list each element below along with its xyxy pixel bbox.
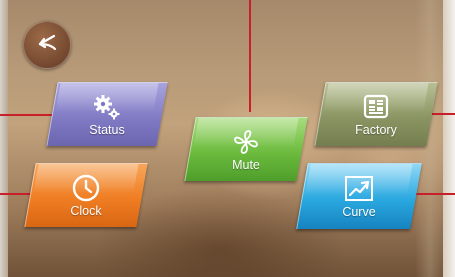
connector-line-top (249, 0, 251, 112)
clock-label: Clock (70, 203, 102, 218)
status-label: Status (89, 122, 125, 137)
factory-label: Factory (355, 122, 397, 137)
gears-icon (92, 92, 122, 122)
mute-tile[interactable]: Mute (184, 117, 308, 181)
trend-chart-icon (343, 174, 375, 204)
return-arrow-icon (34, 32, 60, 59)
curve-tile[interactable]: Curve (296, 163, 422, 229)
screen-bezel-right (443, 0, 455, 277)
status-tile[interactable]: Status (46, 82, 168, 146)
back-button[interactable] (23, 21, 71, 69)
connector-line-curve (412, 193, 455, 195)
clock-icon (71, 173, 101, 203)
curve-label: Curve (342, 204, 376, 219)
menu-screen: Status Clock Mute Factory Curve (0, 0, 455, 277)
fan-icon (231, 127, 261, 157)
control-panel-icon (361, 92, 391, 122)
screen-bezel-left (0, 0, 8, 277)
mute-label: Mute (232, 157, 260, 172)
clock-tile[interactable]: Clock (24, 163, 148, 227)
factory-tile[interactable]: Factory (314, 82, 438, 146)
